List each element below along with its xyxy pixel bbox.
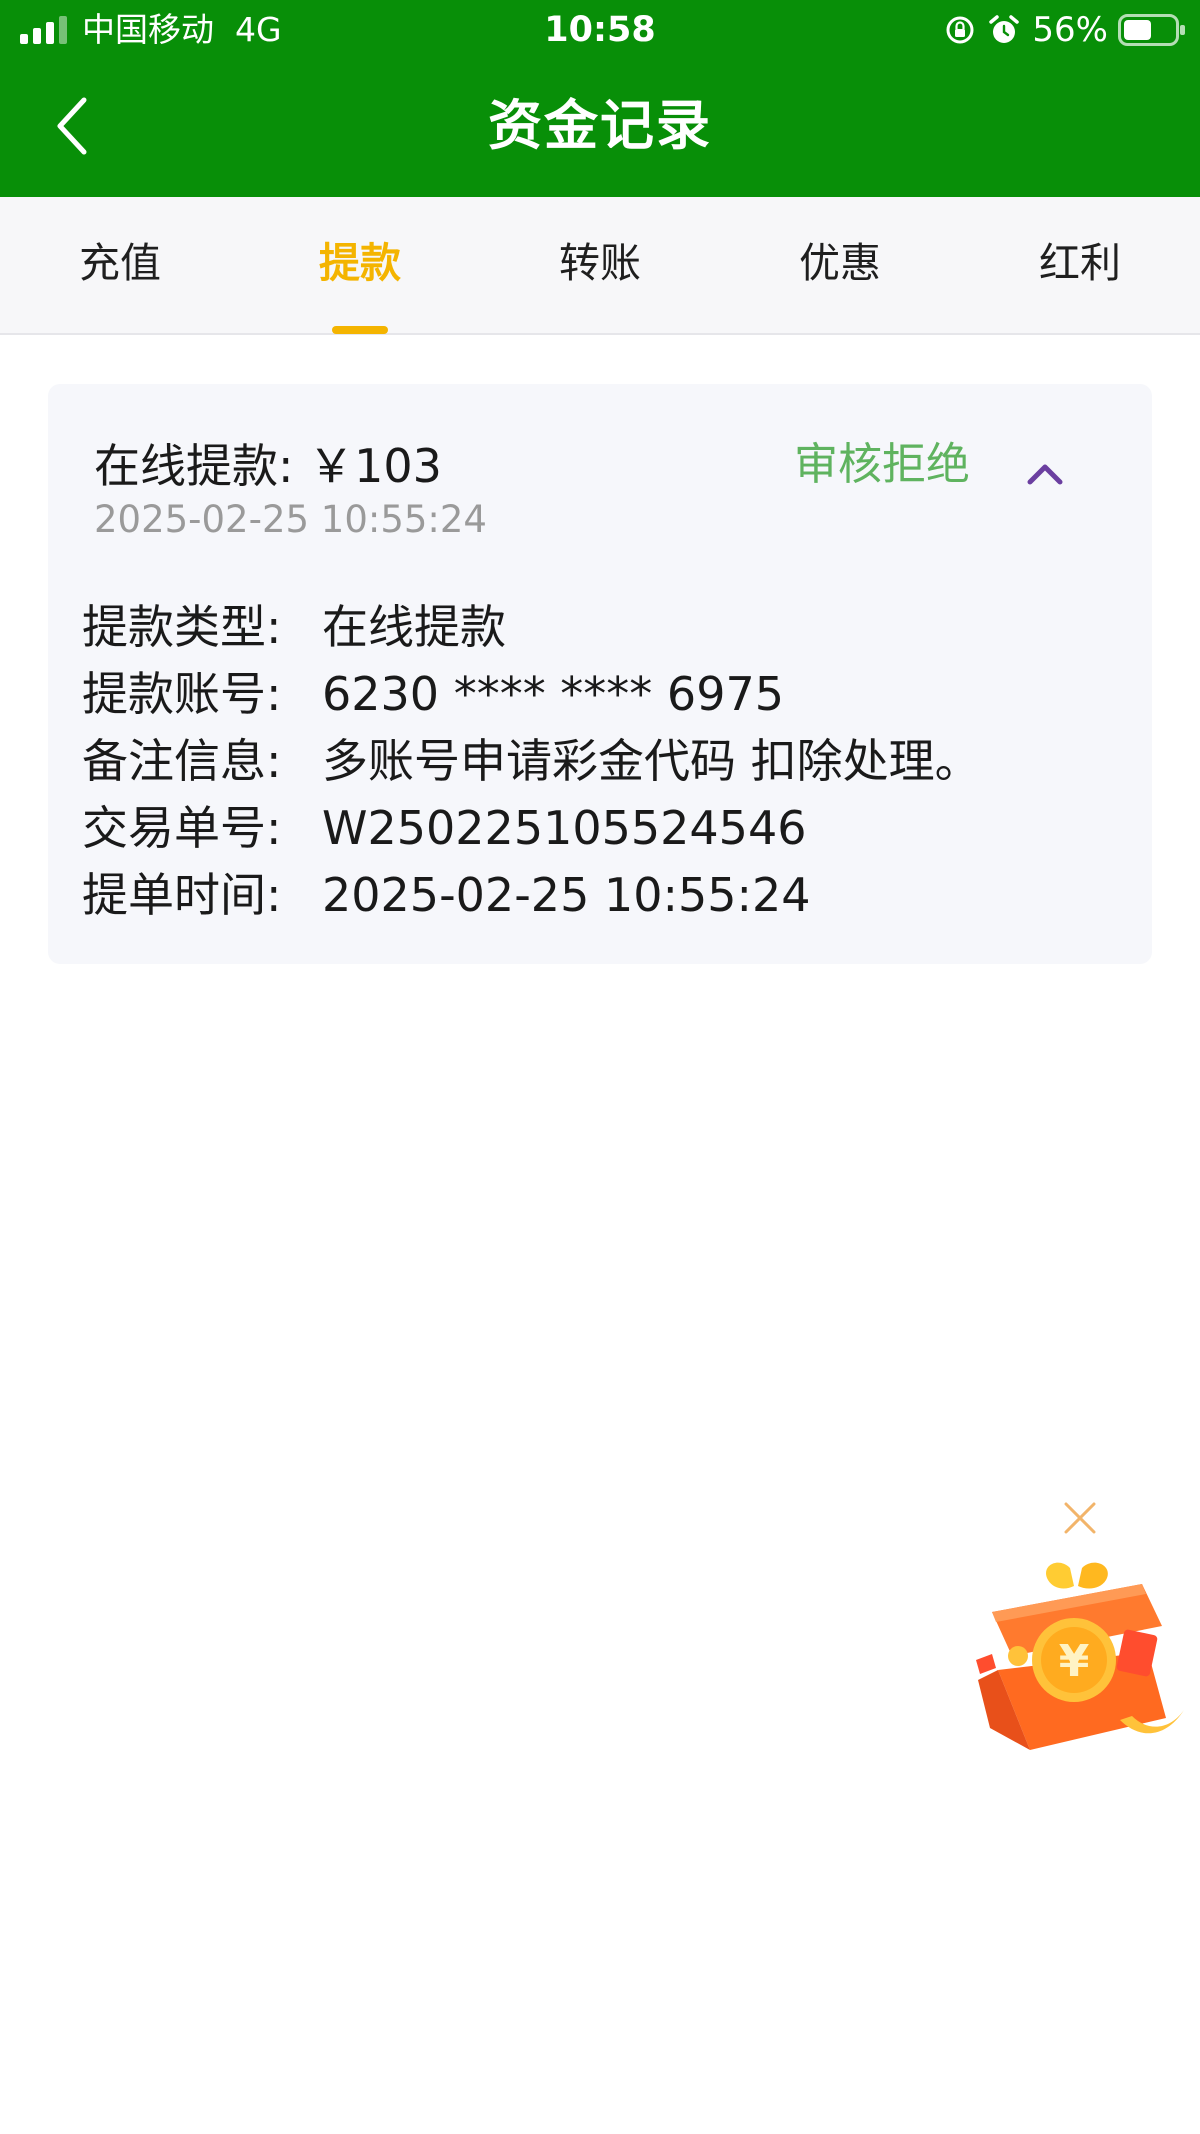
detail-label: 提款账号:: [82, 667, 282, 721]
record-time: 2025-02-25 10:55:24: [94, 498, 487, 541]
chevron-up-icon: [1027, 464, 1063, 485]
tab-withdraw[interactable]: 提款: [240, 197, 480, 333]
detail-row-transaction-id: 交易单号: W250225105524546: [82, 795, 1122, 862]
withdrawal-record-card[interactable]: 在线提款: ￥103 2025-02-25 10:55:24 审核拒绝 提款类型…: [48, 384, 1152, 964]
app-header: 中国移动 4G 10:58 56% 资金记录: [0, 0, 1200, 197]
tab-promotion[interactable]: 优惠: [720, 197, 960, 333]
page-title: 资金记录: [488, 94, 712, 157]
alarm-icon: [989, 15, 1020, 43]
close-icon: [1064, 1502, 1096, 1534]
tab-transfer[interactable]: 转账: [480, 197, 720, 333]
tab-deposit[interactable]: 充值: [0, 197, 240, 333]
detail-value: 多账号申请彩金代码 扣除处理。: [322, 734, 981, 788]
battery-icon: [1118, 14, 1185, 46]
detail-label: 交易单号:: [82, 801, 282, 855]
status-badge: 审核拒绝: [794, 439, 970, 490]
nav-bar: 资金记录: [0, 62, 1200, 197]
gift-box-icon: ¥: [976, 1562, 1184, 1750]
battery-percent: 56%: [1032, 10, 1108, 50]
orientation-lock-icon: [946, 16, 974, 44]
detail-row-withdraw-type: 提款类型: 在线提款: [82, 594, 1122, 661]
tab-bonus[interactable]: 红利: [960, 197, 1200, 333]
active-tab-indicator: [332, 326, 388, 334]
detail-label: 提款类型:: [82, 600, 282, 654]
detail-row-submit-time: 提单时间: 2025-02-25 10:55:24: [82, 862, 1122, 929]
detail-value: W250225105524546: [322, 801, 807, 855]
detail-value: 6230 **** **** 6975: [322, 667, 784, 721]
detail-row-remark: 备注信息: 多账号申请彩金代码 扣除处理。: [82, 728, 1122, 795]
promo-gift-button[interactable]: ¥: [970, 1560, 1192, 1760]
promo-close-button[interactable]: [1058, 1496, 1102, 1540]
tab-bar: 充值 提款 转账 优惠 红利: [0, 197, 1200, 335]
record-title: 在线提款: ￥103: [94, 439, 442, 493]
collapse-button[interactable]: [1022, 456, 1068, 492]
detail-value: 在线提款: [322, 600, 506, 654]
detail-value: 2025-02-25 10:55:24: [322, 868, 811, 922]
detail-label: 提单时间:: [82, 868, 282, 922]
record-details: 提款类型: 在线提款 提款账号: 6230 **** **** 6975 备注信…: [82, 594, 1122, 929]
detail-label: 备注信息:: [82, 734, 282, 788]
detail-row-account: 提款账号: 6230 **** **** 6975: [82, 661, 1122, 728]
status-right-group: 56%: [944, 10, 1186, 50]
svg-text:¥: ¥: [1059, 1636, 1090, 1687]
status-bar: 中国移动 4G 10:58 56%: [0, 0, 1200, 62]
